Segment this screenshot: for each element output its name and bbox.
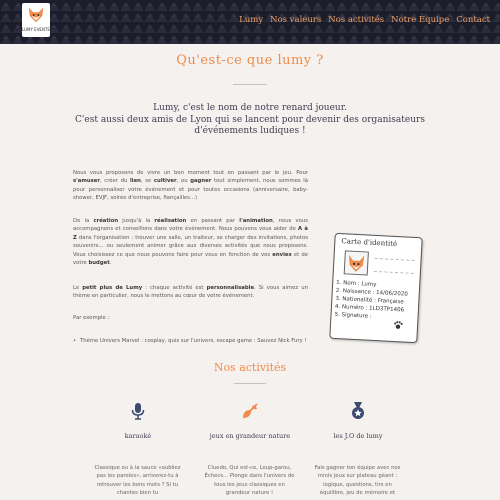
id-card-title: Carte d'identité <box>341 237 398 249</box>
site-logo[interactable]: LUMY EVENTS <box>22 3 50 37</box>
fox-portrait-icon <box>348 254 365 272</box>
example-list-item: Thème Univers Marvel : cosplay, quiz sur… <box>73 337 310 346</box>
nav-nos-valeurs[interactable]: Nos valeurs <box>270 15 321 25</box>
id-card-decoration <box>373 257 415 274</box>
activity-desc-jeux: Cluedo, Qui est-ce, Loup-garou, Échecs..… <box>204 465 295 496</box>
about-paragraph-3: Le petit plus de Lumy : chaque activité … <box>73 285 308 300</box>
about-paragraph-4: Par exemple : <box>73 315 110 321</box>
microphone-icon <box>131 403 145 420</box>
about-intro: Lumy, c'est le nom de notre renard joueu… <box>70 103 430 138</box>
activity-name-jo: les J.O de lumy <box>333 432 383 440</box>
intro-line-2: C'est aussi deux amis de Lyon qui se lan… <box>75 114 425 137</box>
main-nav: Lumy Nos valeurs Nos activités Notre Équ… <box>239 15 490 25</box>
about-paragraph-2: De la création jusqu'à la réalisation en… <box>73 218 308 267</box>
activity-name-karaoke: karaoké <box>124 432 152 440</box>
activities-title: Nos activités <box>213 361 287 374</box>
intro-line-1: Lumy, c'est le nom de notre renard joueu… <box>153 103 347 113</box>
shovel-leaf-icon <box>243 403 258 418</box>
activity-desc-karaoke: Classique ou à la sauce «oubliez pas les… <box>94 465 181 496</box>
id-card-photo <box>343 250 369 276</box>
id-card-name: 1. Nom : Lumy <box>336 279 377 289</box>
nav-nos-activites[interactable]: Nos activités <box>328 15 384 25</box>
fox-logo-icon <box>28 7 44 23</box>
site-header: LUMY EVENTS Lumy Nos valeurs Nos activit… <box>0 0 500 44</box>
activity-desc-jo: Fais gagner ton équipe avec nos minis je… <box>314 465 401 496</box>
title-divider <box>233 84 267 85</box>
medal-icon <box>352 402 364 419</box>
nav-contact[interactable]: Contact <box>456 15 490 25</box>
logo-text: LUMY EVENTS <box>22 27 50 32</box>
id-card-signature: 5. Signature : <box>334 311 372 320</box>
nav-notre-equipe[interactable]: Notre Équipe <box>391 15 449 25</box>
id-card-image: Carte d'identité 1. Nom : Lumy 2. Naissa… <box>329 232 423 344</box>
nav-lumy[interactable]: Lumy <box>239 15 263 25</box>
paw-signature-icon <box>394 321 403 329</box>
about-paragraph-1: Nous vous proposons de vivre un bon mome… <box>73 170 308 202</box>
activities-divider <box>234 383 266 384</box>
about-title: Qu'est-ce que lumy ? <box>176 53 324 68</box>
